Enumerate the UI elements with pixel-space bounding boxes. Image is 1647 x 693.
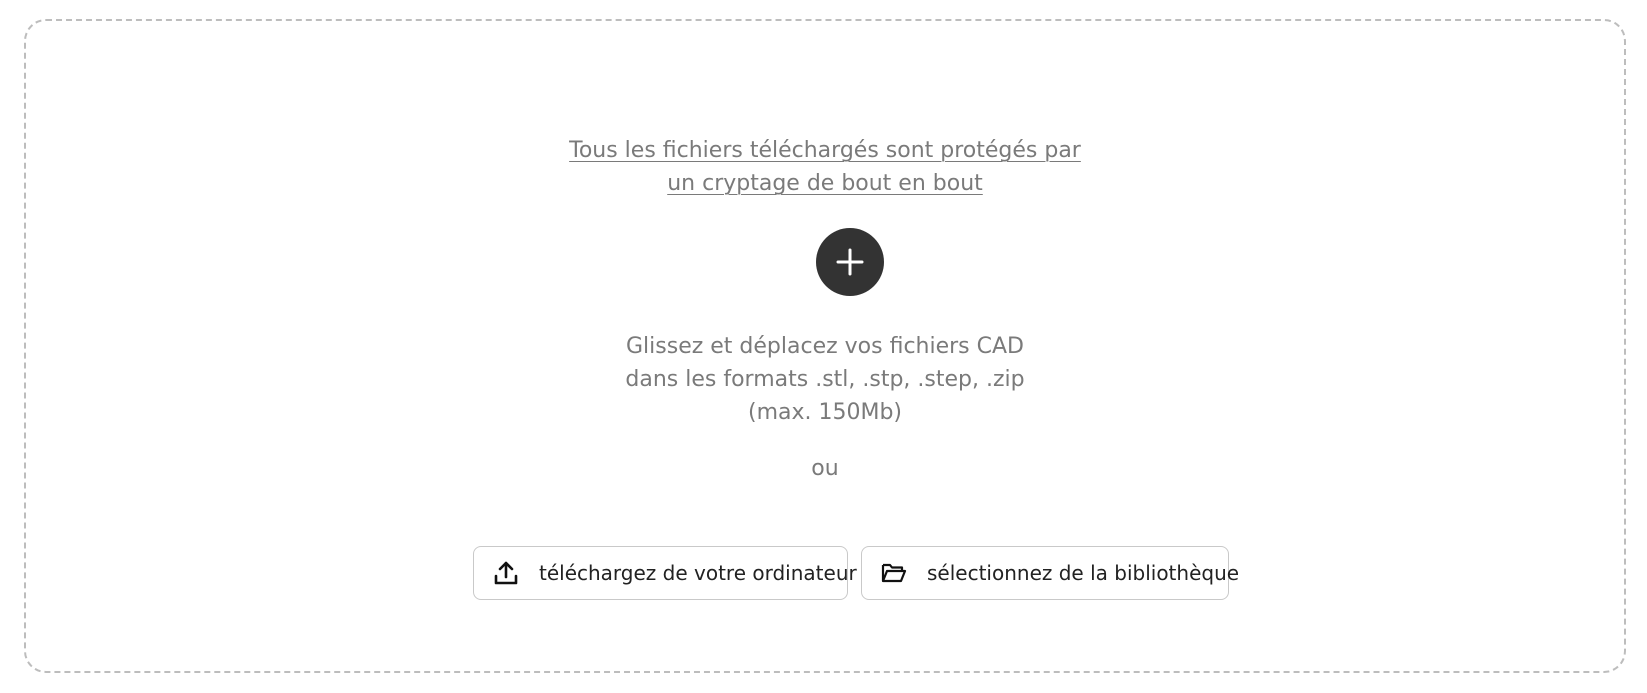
file-dropzone[interactable]: Tous les fichiers téléchargés sont proté…	[24, 19, 1626, 673]
instructions-line-1: Glissez et déplacez vos fichiers CAD	[626, 334, 1024, 359]
select-from-library-label: sélectionnez de la bibliothèque	[927, 561, 1240, 585]
folder-open-icon	[881, 560, 907, 586]
encryption-info-line-2: un cryptage de bout en bout	[667, 171, 983, 196]
encryption-info-line-1: Tous les fichiers téléchargés sont proté…	[569, 138, 1081, 163]
upload-icon	[493, 560, 519, 586]
upload-from-computer-button[interactable]: téléchargez de votre ordinateur	[473, 546, 857, 600]
encryption-info-link[interactable]: Tous les fichiers téléchargés sont proté…	[26, 134, 1624, 200]
plus-icon	[836, 248, 864, 276]
select-from-library-button[interactable]: sélectionnez de la bibliothèque	[861, 546, 1239, 600]
instructions-line-2: dans les formats .stl, .stp, .step, .zip	[625, 367, 1025, 392]
upload-from-computer-label: téléchargez de votre ordinateur	[539, 561, 857, 585]
upload-instructions: Glissez et déplacez vos fichiers CAD dan…	[26, 330, 1624, 429]
instructions-line-3: (max. 150Mb)	[747, 400, 903, 425]
add-file-button[interactable]	[816, 228, 884, 296]
or-separator: ou	[811, 456, 839, 481]
